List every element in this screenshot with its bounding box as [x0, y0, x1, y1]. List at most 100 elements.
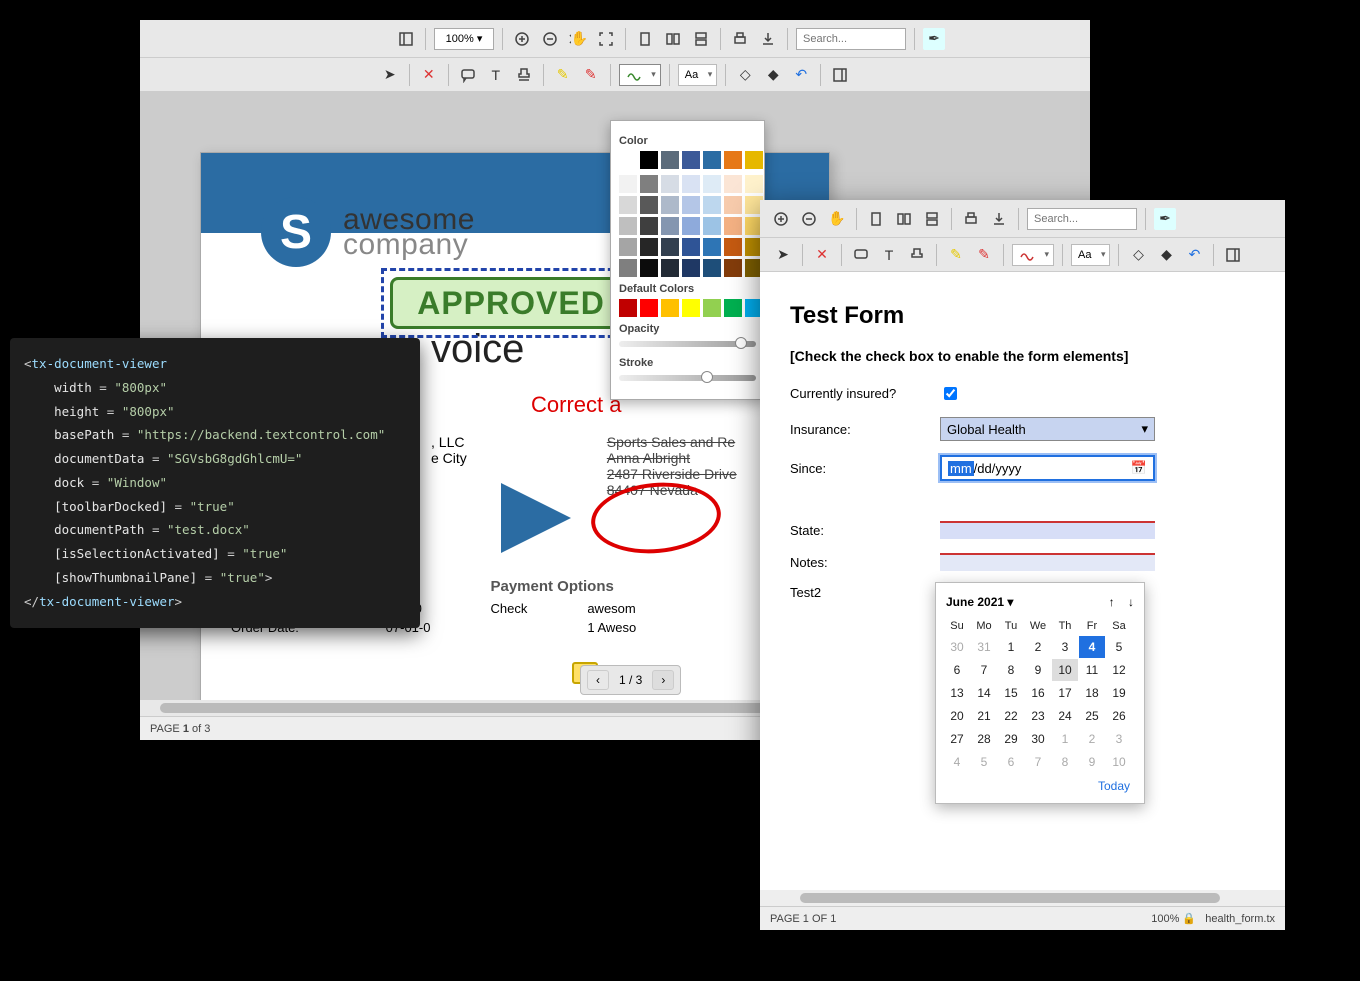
calendar-day[interactable]: 4: [1079, 636, 1105, 658]
strikeout-icon[interactable]: ✎: [580, 64, 602, 86]
fullscreen-icon[interactable]: [595, 28, 617, 50]
color-swatch[interactable]: [703, 259, 721, 277]
color-swatch[interactable]: [703, 196, 721, 214]
notes-field[interactable]: [940, 553, 1155, 571]
calendar-day[interactable]: 9: [1025, 659, 1051, 681]
panels-icon[interactable]: [1222, 244, 1244, 266]
sidebar-toggle-icon[interactable]: [395, 28, 417, 50]
since-date-input[interactable]: mm/dd/yyyy📅: [940, 455, 1155, 481]
opacity-slider[interactable]: [619, 341, 756, 347]
font-size-dropdown[interactable]: Aa: [1071, 244, 1110, 266]
calendar-day[interactable]: 2: [1025, 636, 1051, 658]
delete-icon[interactable]: ✕: [811, 244, 833, 266]
calendar-day[interactable]: 5: [971, 751, 997, 773]
color-swatch[interactable]: [682, 196, 700, 214]
color-swatch[interactable]: [724, 238, 742, 256]
calendar-day[interactable]: 16: [1025, 682, 1051, 704]
insurance-select[interactable]: Global Health▾: [940, 417, 1155, 441]
color-swatch[interactable]: [640, 175, 658, 193]
color-swatch[interactable]: [724, 196, 742, 214]
zoom-in-icon[interactable]: [511, 28, 533, 50]
delete-icon[interactable]: ✕: [418, 64, 440, 86]
color-swatch[interactable]: [724, 151, 742, 169]
calendar-day[interactable]: 6: [944, 659, 970, 681]
calendar-day[interactable]: 1: [998, 636, 1024, 658]
scroll-thumb[interactable]: [800, 893, 1220, 903]
highlight-icon[interactable]: ✎: [552, 64, 574, 86]
text-icon[interactable]: T: [878, 244, 900, 266]
prev-page-button[interactable]: ‹: [587, 670, 609, 690]
comment-icon[interactable]: [850, 244, 872, 266]
today-link[interactable]: Today: [944, 773, 1136, 795]
select-icon[interactable]: ➤: [379, 64, 401, 86]
calendar-day[interactable]: 4: [944, 751, 970, 773]
calendar-day[interactable]: 10: [1052, 659, 1078, 681]
calendar-day[interactable]: 10: [1106, 751, 1132, 773]
color-swatch[interactable]: [619, 299, 637, 317]
calendar-day[interactable]: 8: [998, 659, 1024, 681]
calendar-day[interactable]: 13: [944, 682, 970, 704]
single-page-icon[interactable]: [865, 208, 887, 230]
strikeout-icon[interactable]: ✎: [973, 244, 995, 266]
insured-checkbox[interactable]: [944, 387, 957, 400]
print-icon[interactable]: [960, 208, 982, 230]
approved-stamp[interactable]: APPROVED: [381, 268, 641, 338]
zoom-out-icon[interactable]: [798, 208, 820, 230]
stamp-icon[interactable]: [513, 64, 535, 86]
color-swatch[interactable]: [640, 196, 658, 214]
color-swatch[interactable]: [640, 238, 658, 256]
calendar-day[interactable]: 22: [998, 705, 1024, 727]
panels-icon[interactable]: [829, 64, 851, 86]
highlight-icon[interactable]: ✎: [945, 244, 967, 266]
single-page-icon[interactable]: [634, 28, 656, 50]
color-swatch[interactable]: [640, 299, 658, 317]
calendar-icon[interactable]: 📅: [1131, 460, 1147, 476]
calendar-day[interactable]: 26: [1106, 705, 1132, 727]
calendar-day[interactable]: 21: [971, 705, 997, 727]
color-swatch[interactable]: [682, 217, 700, 235]
calendar-day[interactable]: 14: [971, 682, 997, 704]
state-field[interactable]: [940, 521, 1155, 539]
eraser-icon[interactable]: ◇: [1127, 244, 1149, 266]
color-swatch[interactable]: [661, 151, 679, 169]
calendar-day[interactable]: 9: [1079, 751, 1105, 773]
color-swatch[interactable]: [682, 238, 700, 256]
color-swatch[interactable]: [682, 175, 700, 193]
zoom-in-icon[interactable]: [770, 208, 792, 230]
font-size-dropdown[interactable]: Aa: [678, 64, 717, 86]
calendar-day[interactable]: 3: [1106, 728, 1132, 750]
color-swatch[interactable]: [724, 299, 742, 317]
color-swatch[interactable]: [640, 151, 658, 169]
color-swatch[interactable]: [619, 175, 637, 193]
color-swatch[interactable]: [661, 217, 679, 235]
calendar-day[interactable]: 12: [1106, 659, 1132, 681]
color-swatch[interactable]: [661, 259, 679, 277]
calendar-day[interactable]: 30: [944, 636, 970, 658]
search-input[interactable]: [1027, 208, 1137, 230]
calendar-day[interactable]: 23: [1025, 705, 1051, 727]
signature-icon[interactable]: ✒: [923, 28, 945, 50]
color-swatch[interactable]: [661, 196, 679, 214]
undo-icon[interactable]: ↶: [790, 64, 812, 86]
calendar-day[interactable]: 17: [1052, 682, 1078, 704]
two-page-icon[interactable]: [893, 208, 915, 230]
print-icon[interactable]: [729, 28, 751, 50]
clear-icon[interactable]: ◆: [1155, 244, 1177, 266]
eraser-icon[interactable]: ◇: [734, 64, 756, 86]
color-swatch[interactable]: [640, 217, 658, 235]
comment-icon[interactable]: [457, 64, 479, 86]
color-swatch[interactable]: [703, 151, 721, 169]
next-page-button[interactable]: ›: [652, 670, 674, 690]
color-swatch[interactable]: [619, 217, 637, 235]
color-swatch[interactable]: [703, 299, 721, 317]
text-icon[interactable]: T: [485, 64, 507, 86]
prev-month-icon[interactable]: ↑: [1109, 595, 1115, 609]
signature-icon[interactable]: ✒: [1154, 208, 1176, 230]
zoom-input[interactable]: 100% ▾: [434, 28, 494, 50]
calendar-day[interactable]: 11: [1079, 659, 1105, 681]
color-swatch[interactable]: [619, 196, 637, 214]
color-swatch[interactable]: [661, 175, 679, 193]
calendar-day[interactable]: 6: [998, 751, 1024, 773]
next-month-icon[interactable]: ↓: [1128, 595, 1134, 609]
calendar-day[interactable]: 1: [1052, 728, 1078, 750]
